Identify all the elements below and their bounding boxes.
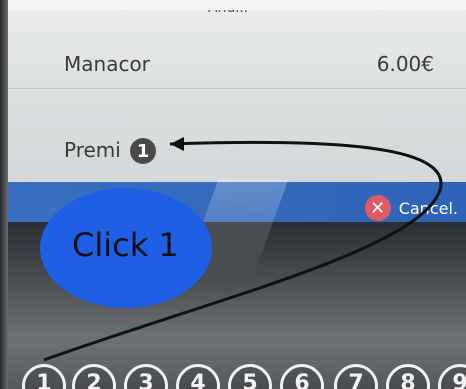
key-5[interactable]: 5 bbox=[228, 364, 272, 389]
key-4[interactable]: 4 bbox=[176, 364, 220, 389]
destination-label: Manacor bbox=[64, 52, 150, 76]
top-border bbox=[0, 0, 466, 10]
annotation-text: Click 1 bbox=[72, 226, 179, 264]
key-2[interactable]: 2 bbox=[72, 364, 116, 389]
key-3[interactable]: 3 bbox=[124, 364, 168, 389]
key-9[interactable]: 9 bbox=[438, 364, 466, 389]
key-8[interactable]: 8 bbox=[386, 364, 430, 389]
key-6[interactable]: 6 bbox=[280, 364, 324, 389]
key-1[interactable]: 1 bbox=[22, 364, 66, 389]
number-badge: 1 bbox=[130, 138, 156, 164]
key-7[interactable]: 7 bbox=[334, 364, 378, 389]
cancel-button[interactable]: ✕ Cancel. bbox=[364, 194, 466, 222]
destination-row-premi[interactable]: Premi 1 bbox=[8, 108, 466, 182]
price-value: 6.00€ bbox=[376, 52, 434, 76]
destination-label: Premi bbox=[64, 138, 121, 162]
photo-frame: Anul.. Manacor 6.00€ Premi 1 ✕ Cancel. C… bbox=[0, 0, 466, 389]
left-bezel bbox=[0, 0, 8, 389]
close-icon: ✕ bbox=[364, 195, 391, 221]
numeric-keypad: 1 2 3 4 5 6 7 8 9 bbox=[0, 350, 466, 389]
cancel-label: Cancel. bbox=[398, 198, 458, 218]
destination-row-manacor[interactable]: Manacor 6.00€ bbox=[8, 30, 466, 89]
